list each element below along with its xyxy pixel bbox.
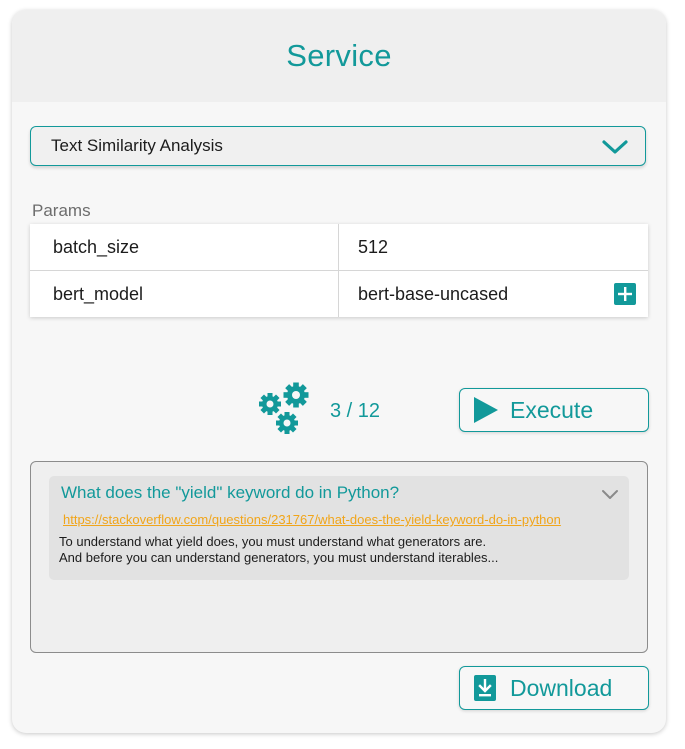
- param-key: batch_size: [30, 224, 339, 270]
- execute-label: Execute: [510, 396, 594, 423]
- download-label: Download: [510, 674, 613, 701]
- add-param-button[interactable]: [614, 283, 636, 305]
- plus-icon: [618, 287, 632, 301]
- params-label: Params: [32, 201, 91, 220]
- service-card: Service Text Similarity Analysis Params …: [12, 10, 666, 733]
- result-title: What does the "yield" keyword do in Pyth…: [61, 483, 400, 502]
- page-title: Service: [286, 38, 392, 73]
- param-row-bert-model: bert_model bert-base-uncased: [30, 270, 648, 317]
- gears-icon: [259, 382, 309, 434]
- results-panel: What does the "yield" keyword do in Pyth…: [30, 461, 648, 653]
- param-key: bert_model: [30, 271, 339, 317]
- download-icon: [474, 675, 496, 701]
- chevron-down-icon[interactable]: [601, 489, 619, 501]
- result-snippet-line: To understand what yield does, you must …: [59, 534, 487, 549]
- params-table: batch_size 512 bert_model bert-base-unca…: [30, 224, 648, 317]
- service-select[interactable]: Text Similarity Analysis: [30, 126, 646, 166]
- result-item[interactable]: What does the "yield" keyword do in Pyth…: [49, 476, 629, 580]
- result-snippet: To understand what yield does, you must …: [59, 534, 619, 566]
- chevron-down-icon: [602, 140, 628, 154]
- result-snippet-line: And before you can understand generators…: [59, 550, 499, 565]
- play-icon: [474, 397, 498, 423]
- card-header: Service: [12, 10, 666, 102]
- result-link[interactable]: https://stackoverflow.com/questions/2317…: [63, 512, 561, 527]
- execute-button[interactable]: Execute: [459, 388, 649, 432]
- service-select-value: Text Similarity Analysis: [51, 136, 223, 155]
- param-value[interactable]: 512: [339, 224, 648, 270]
- param-row-batch-size: batch_size 512: [30, 224, 648, 270]
- param-value[interactable]: bert-base-uncased: [339, 271, 648, 317]
- progress-counter: 3 / 12: [330, 400, 381, 422]
- download-button[interactable]: Download: [459, 666, 649, 710]
